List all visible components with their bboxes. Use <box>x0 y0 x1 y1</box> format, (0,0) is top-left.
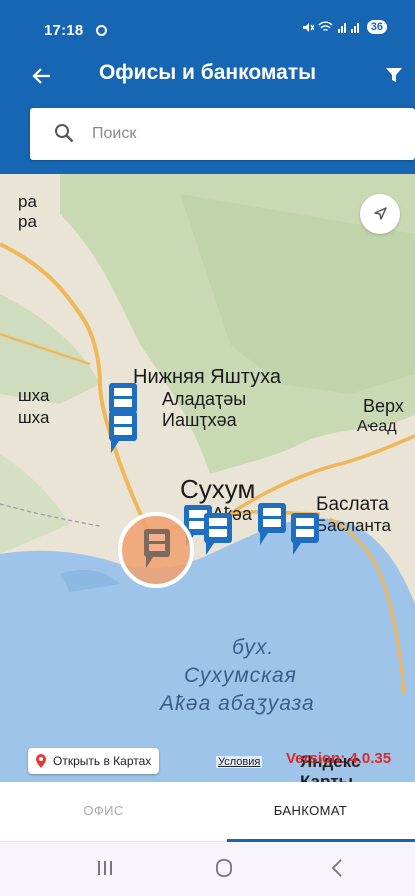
label-left-top-2: ра <box>18 212 37 231</box>
battery-icon: 36 <box>366 20 387 34</box>
type-tabs: ОФИС БАНКОМАТ <box>0 782 415 842</box>
label-village-2: Баслата <box>316 494 389 515</box>
label-upper-right-alt: Аҽад <box>357 418 397 435</box>
locate-me-button[interactable] <box>360 194 400 234</box>
app-bar: 17:18 36 Офисы и банкоматы <box>0 0 415 174</box>
terms-link[interactable]: Условия <box>216 756 263 768</box>
tab-office[interactable]: ОФИС <box>0 782 207 842</box>
label-village-2-alt: Басланта <box>316 516 391 535</box>
status-bar: 17:18 36 <box>0 0 415 52</box>
label-village-1: Нижняя Яштуха <box>133 366 282 388</box>
label-bay-3: Аҟәа абаӡуаза <box>160 692 315 715</box>
screen: 17:18 36 Офисы и банкоматы Поиск ра ра Н… <box>0 0 415 896</box>
atm-icon <box>144 529 170 568</box>
wifi-icon <box>318 21 333 32</box>
label-left-mid-2: шха <box>18 408 50 427</box>
tab-office-label: ОФИС <box>83 803 124 818</box>
open-in-maps-button[interactable]: Открыть в Картах <box>28 748 160 774</box>
atm-pin[interactable] <box>257 502 287 546</box>
tab-atm[interactable]: БАНКОМАТ <box>207 782 415 842</box>
open-in-maps-label: Открыть в Картах <box>53 754 152 768</box>
label-left-top-1: ра <box>18 192 37 211</box>
search-icon <box>55 124 74 143</box>
search-bar <box>30 108 415 160</box>
filter-icon[interactable] <box>385 66 403 84</box>
version-label: Version: 4.0.35 <box>286 750 392 767</box>
atm-pin[interactable] <box>203 512 233 556</box>
signal-icon <box>337 23 359 33</box>
search-input[interactable] <box>92 121 392 147</box>
mute-icon <box>302 22 314 32</box>
label-upper-right: Верх <box>363 396 404 416</box>
location-arrow-icon <box>374 207 387 220</box>
home-icon[interactable] <box>214 858 234 878</box>
label-village-1-alt1: Аладаҭәы <box>162 389 247 409</box>
map-pin-icon <box>36 754 46 768</box>
tab-atm-label: БАНКОМАТ <box>273 803 348 818</box>
recent-apps-icon[interactable] <box>96 860 114 876</box>
atm-pin[interactable] <box>290 512 320 556</box>
back-nav-icon[interactable] <box>330 858 344 878</box>
notification-icon <box>96 25 107 36</box>
selected-atm-marker[interactable] <box>118 512 194 588</box>
status-icons: 36 <box>301 20 387 34</box>
map-view[interactable]: ра ра Нижняя Яштуха Аладаҭәы Иашҭхәа шха… <box>0 174 415 782</box>
page-title: Офисы и банкоматы <box>98 61 317 84</box>
atm-pin[interactable] <box>108 410 138 454</box>
label-village-1-alt2: Иашҭхәа <box>162 410 237 430</box>
toolbar: Офисы и банкоматы <box>0 52 415 98</box>
label-bay-1: бух. <box>232 636 275 659</box>
label-left-mid-1: шха <box>18 386 50 405</box>
label-bay-2: Сухумская <box>184 664 297 687</box>
status-time: 17:18 <box>44 22 84 39</box>
label-city-main: Сухум <box>180 474 256 504</box>
system-nav-bar <box>0 842 415 896</box>
